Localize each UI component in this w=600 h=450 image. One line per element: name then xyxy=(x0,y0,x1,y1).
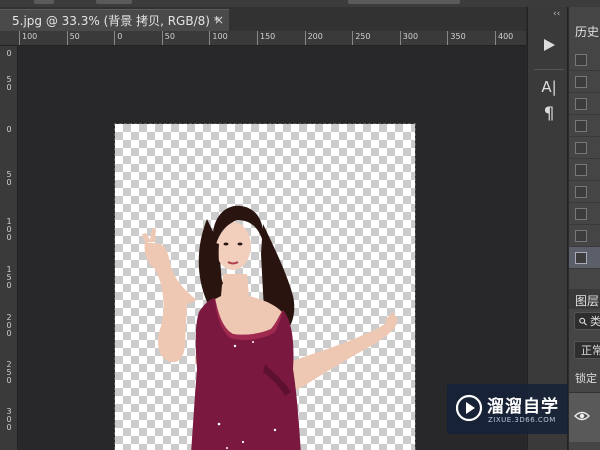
history-state-row[interactable] xyxy=(569,71,600,93)
ruler-tick-label: 50 xyxy=(6,75,12,92)
history-state-row[interactable] xyxy=(569,225,600,247)
history-snapshot-checkbox[interactable] xyxy=(575,208,587,220)
history-snapshot-checkbox[interactable] xyxy=(575,230,587,242)
history-snapshot-checkbox[interactable] xyxy=(575,54,587,66)
divider xyxy=(534,69,564,70)
ruler-tick-label: 50 xyxy=(69,32,80,41)
character-icon[interactable]: A| xyxy=(536,75,562,99)
ruler-tick xyxy=(399,31,401,45)
ruler-tick-label: 0 xyxy=(117,32,123,41)
history-state-row[interactable] xyxy=(569,203,600,225)
ruler-tick-label: 200 xyxy=(307,32,323,41)
history-state-row[interactable] xyxy=(569,181,600,203)
history-snapshot-checkbox[interactable] xyxy=(575,98,587,110)
ruler-tick-label: 0 xyxy=(6,125,12,134)
layer-row[interactable] xyxy=(569,392,600,442)
layer-filter-field[interactable]: 类 xyxy=(574,312,600,330)
layer-image-woman xyxy=(142,205,398,450)
history-snapshot-checkbox[interactable] xyxy=(575,186,587,198)
brand-logo-icon xyxy=(455,394,483,422)
vertical-ruler[interactable]: 0 50 0 50 100 150 200 250 300 xyxy=(0,46,18,450)
toolbar-field[interactable] xyxy=(348,0,460,4)
history-state-row[interactable] xyxy=(569,115,600,137)
close-icon[interactable]: × xyxy=(214,13,224,27)
search-icon xyxy=(579,317,587,325)
watermark-url: ZIXUE.3D66.COM xyxy=(488,416,556,424)
blend-mode-select[interactable]: 正常 xyxy=(574,341,600,359)
history-snapshot-checkbox[interactable] xyxy=(575,164,587,176)
document-tab[interactable]: 5.jpg @ 33.3% (背景 拷贝, RGB/8) * × xyxy=(0,9,229,31)
ruler-tick xyxy=(114,31,116,45)
ruler-tick xyxy=(352,31,354,45)
ruler-tick-label: 150 xyxy=(6,265,12,290)
history-state-row[interactable] xyxy=(569,137,600,159)
ruler-tick xyxy=(304,31,306,45)
ruler-tick-label: 200 xyxy=(6,313,12,338)
document-tab-label: 5.jpg @ 33.3% (背景 拷贝, RGB/8) * xyxy=(12,14,220,28)
ruler-tick xyxy=(447,31,449,45)
ruler-tick xyxy=(19,31,20,45)
toolbar-button[interactable] xyxy=(96,0,132,4)
history-panel-title[interactable]: 历史 xyxy=(575,23,599,40)
history-state-row[interactable] xyxy=(569,93,600,115)
eye-icon[interactable] xyxy=(574,411,590,421)
layers-panel-title[interactable]: 图层 xyxy=(575,292,599,309)
ruler-tick-label: 50 xyxy=(6,170,12,187)
ruler-tick-label: 400 xyxy=(498,32,514,41)
ruler-tick-label: 100 xyxy=(22,32,38,41)
application-bar xyxy=(0,0,600,7)
right-panel: 历史 图层 类 正常 锁定 xyxy=(569,7,600,450)
ruler-tick-label: 50 xyxy=(164,32,175,41)
ruler-tick-label: 100 xyxy=(212,32,228,41)
watermark-brand: 溜溜自学 xyxy=(487,397,559,417)
toolbar-button[interactable] xyxy=(34,0,54,4)
play-icon xyxy=(544,39,555,51)
document-canvas[interactable] xyxy=(114,123,416,450)
ruler-tick xyxy=(161,31,163,45)
collapse-panels-icon[interactable]: ‹‹ xyxy=(553,9,560,19)
history-state-row[interactable] xyxy=(569,49,600,71)
watermark-logo: 溜溜自学 ZIXUE.3D66.COM xyxy=(447,384,568,434)
history-snapshot-checkbox[interactable] xyxy=(575,120,587,132)
ruler-tick-label: 0 xyxy=(6,49,12,58)
ruler-tick xyxy=(495,31,496,45)
history-snapshot-checkbox[interactable] xyxy=(575,142,587,154)
ruler-tick-label: 250 xyxy=(355,32,371,41)
ruler-tick-label: 100 xyxy=(6,217,12,242)
ruler-tick xyxy=(66,31,68,45)
history-state-row[interactable] xyxy=(569,247,600,269)
play-action-button[interactable] xyxy=(536,33,562,57)
ruler-tick-label: 300 xyxy=(402,32,419,41)
layers-panel-header: 图层 xyxy=(569,289,600,309)
history-snapshot-checkbox[interactable] xyxy=(575,76,587,88)
document-tab-bar: 5.jpg @ 33.3% (背景 拷贝, RGB/8) * × xyxy=(0,7,526,31)
history-state-row[interactable] xyxy=(569,159,600,181)
lock-label: 锁定 xyxy=(575,372,597,385)
ruler-tick-label: 250 xyxy=(6,360,12,385)
ruler-tick-label: 350 xyxy=(450,32,466,41)
ruler-tick-label: 300 xyxy=(6,407,12,432)
history-snapshot-checkbox[interactable] xyxy=(575,252,587,264)
horizontal-ruler[interactable]: 100 50 0 50 100 150 200 250 300 350 400 xyxy=(0,31,526,46)
ruler-tick xyxy=(257,31,258,45)
paragraph-icon[interactable]: ¶ xyxy=(536,102,562,126)
layer-filter-label: 类 xyxy=(590,315,600,328)
ruler-tick xyxy=(209,31,211,45)
ruler-tick-label: 150 xyxy=(260,32,276,41)
